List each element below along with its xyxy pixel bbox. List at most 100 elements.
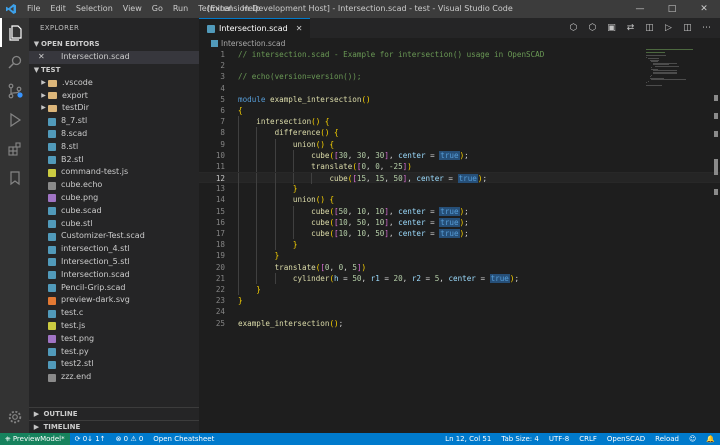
extensions-icon[interactable] — [0, 134, 29, 163]
menu-file[interactable]: File — [22, 0, 45, 18]
menu-run[interactable]: Run — [168, 0, 193, 18]
file-item[interactable]: cube.stl — [29, 218, 199, 231]
file-item[interactable]: test2.stl — [29, 358, 199, 371]
explorer-icon[interactable] — [0, 18, 29, 47]
run-preview-icon[interactable]: ▷ — [659, 18, 678, 38]
close-icon[interactable]: ✕ — [688, 0, 720, 18]
notifications-icon[interactable]: 🔔 — [701, 435, 720, 443]
cursor-position[interactable]: Ln 12, Col 51 — [440, 435, 496, 443]
search-icon[interactable] — [0, 47, 29, 76]
code-line[interactable]: 4 — [199, 83, 720, 94]
menu-help[interactable]: Help — [237, 0, 265, 18]
file-item[interactable]: Customizer-Test.scad — [29, 230, 199, 243]
code-line[interactable]: 18 } — [199, 239, 720, 251]
file-item[interactable]: test.py — [29, 346, 199, 359]
open-changes-icon[interactable]: ◫ — [640, 18, 659, 38]
split-editor-icon[interactable]: ◫ — [678, 18, 697, 38]
folder-item[interactable]: ▶ export — [29, 90, 199, 103]
code-line[interactable]: 13 } — [199, 183, 720, 195]
code-line[interactable]: 12 cube([15, 15, 50], center = true); — [199, 172, 720, 185]
bookmark-icon[interactable] — [0, 163, 29, 192]
sync-icon: ⟳ — [74, 435, 83, 443]
file-item[interactable]: test.js — [29, 320, 199, 333]
menu-edit[interactable]: Edit — [45, 0, 71, 18]
code-line[interactable]: 9 union() { — [199, 138, 720, 150]
minimize-icon[interactable]: — — [624, 0, 656, 18]
code-line[interactable]: 2 — [199, 60, 720, 71]
open-cheatsheet-button[interactable]: Open Cheatsheet — [148, 435, 219, 443]
file-item[interactable]: B2.stl — [29, 154, 199, 167]
end-of-line[interactable]: CRLF — [574, 435, 602, 443]
code-line[interactable]: 1 // intersection.scad - Example for inte… — [199, 49, 720, 60]
problems-status[interactable]: ⊗ 0 ⚠ 0 — [111, 435, 149, 443]
code-line[interactable]: 10 cube([30, 30, 30], center = true); — [199, 149, 720, 161]
close-editor-icon[interactable]: ✕ — [38, 51, 48, 64]
file-item[interactable]: 8.scad — [29, 128, 199, 141]
language-mode[interactable]: OpenSCAD — [602, 435, 650, 443]
timeline-header[interactable]: ▶ TIMELINE — [29, 420, 199, 433]
file-item[interactable]: preview-dark.svg — [29, 294, 199, 307]
code-line[interactable]: 23} — [199, 295, 720, 306]
workspace-header[interactable]: ▼ TEST — [29, 64, 199, 77]
code-line[interactable]: 22 } — [199, 283, 720, 296]
file-item[interactable]: 8_7.stl — [29, 115, 199, 128]
remote-indicator[interactable]: ⎈ PreviewModel* — [0, 433, 70, 445]
open-editor-item[interactable]: ✕ Intersection.scad — [29, 51, 199, 64]
tab-intersection-scad[interactable]: Intersection.scad ✕ — [199, 18, 311, 38]
code-line[interactable]: 21 cylinder(h = 50, r1 = 20, r2 = 5, cen… — [199, 272, 720, 284]
reload-button[interactable]: Reload — [650, 435, 684, 443]
tab-size[interactable]: Tab Size: 4 — [496, 435, 543, 443]
code-line[interactable]: 8 difference() { — [199, 127, 720, 139]
file-item[interactable]: zzz.end — [29, 371, 199, 384]
git-compare-icon[interactable]: ⇄ — [621, 18, 640, 38]
code-lines[interactable]: 1 // intersection.scad - Example for inte… — [199, 49, 720, 329]
file-item[interactable]: Intersection.scad — [29, 269, 199, 282]
breadcrumb[interactable]: Intersection.scad — [199, 38, 720, 49]
menu-view[interactable]: View — [118, 0, 147, 18]
folder-item[interactable]: ▶ testDir — [29, 102, 199, 115]
file-item[interactable]: Intersection_5.stl — [29, 256, 199, 269]
more-actions-icon[interactable]: ⋯ — [697, 18, 716, 38]
minimap[interactable] — [646, 49, 706, 89]
close-tab-icon[interactable]: ✕ — [296, 24, 303, 33]
menu-terminal[interactable]: Terminal — [193, 0, 237, 18]
source-control-icon[interactable] — [0, 76, 29, 105]
folder-item[interactable]: ▶ .vscode — [29, 77, 199, 90]
file-item[interactable]: command-test.js — [29, 166, 199, 179]
file-item[interactable]: cube.echo — [29, 179, 199, 192]
code-line[interactable]: 15 cube([50, 10, 10], center = true); — [199, 205, 720, 217]
encoding[interactable]: UTF-8 — [544, 435, 574, 443]
code-line[interactable]: 25 example_intersection(); — [199, 318, 720, 329]
file-item[interactable]: Pencil-Grip.scad — [29, 282, 199, 295]
code-line[interactable]: 5 module example_intersection() — [199, 94, 720, 105]
outline-header[interactable]: ▶ OUTLINE — [29, 407, 199, 420]
run-debug-icon[interactable] — [0, 105, 29, 134]
maximize-icon[interactable]: □ — [656, 0, 688, 18]
file-item[interactable]: cube.png — [29, 192, 199, 205]
code-line[interactable]: 24 — [199, 306, 720, 317]
settings-gear-icon[interactable] — [0, 402, 29, 431]
code-line[interactable]: 7 intersection() { — [199, 116, 720, 128]
code-line[interactable]: 20 translate([0, 0, 5]) — [199, 261, 720, 273]
code-line[interactable]: 14 union() { — [199, 194, 720, 206]
code-line[interactable]: 11 translate([0, 0, -25]) — [199, 160, 720, 173]
code-line[interactable]: 3 // echo(version=version()); — [199, 71, 720, 82]
file-item[interactable]: cube.scad — [29, 205, 199, 218]
file-item[interactable]: 8.stl — [29, 141, 199, 154]
export-model-icon[interactable]: ⬡ — [583, 18, 602, 38]
sync-status[interactable]: ⟳ 0↓ 1↑ — [70, 435, 111, 443]
open-editors-header[interactable]: ▼ OPEN EDITORS — [29, 38, 199, 51]
feedback-icon[interactable]: ☺ — [684, 435, 701, 443]
file-item[interactable]: test.png — [29, 333, 199, 346]
code-line[interactable]: 6{ — [199, 105, 720, 116]
menu-go[interactable]: Go — [147, 0, 168, 18]
code-line[interactable]: 17 cube([10, 10, 50], center = true); — [199, 228, 720, 240]
file-item[interactable]: test.c — [29, 307, 199, 320]
menu-selection[interactable]: Selection — [71, 0, 118, 18]
kill-previews-icon[interactable]: ▣ — [602, 18, 621, 38]
editor-scrollbar[interactable] — [708, 49, 720, 433]
file-item[interactable]: intersection_4.stl — [29, 243, 199, 256]
code-line[interactable]: 16 cube([10, 50, 10], center = true); — [199, 216, 720, 228]
code-line[interactable]: 19 } — [199, 250, 720, 262]
preview-3d-icon[interactable]: ⬡ — [564, 18, 583, 38]
